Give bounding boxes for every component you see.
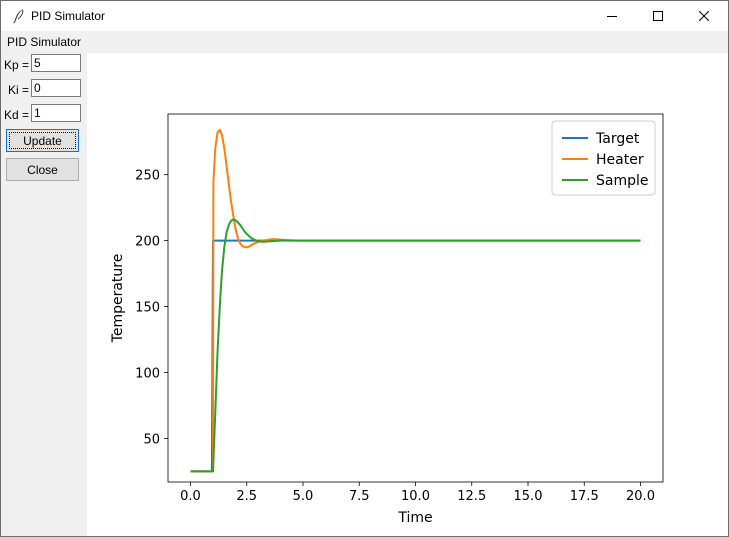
y-tick-label: 100	[135, 367, 160, 382]
minimize-button[interactable]	[589, 1, 635, 31]
app-label: PID Simulator	[7, 35, 82, 49]
y-tick-label: 50	[143, 432, 160, 447]
maximize-icon	[653, 11, 663, 21]
x-tick-label: 10.0	[401, 489, 430, 504]
kp-row: Kp =	[1, 54, 87, 76]
legend: Target Heater Sample	[551, 120, 656, 196]
maximize-button[interactable]	[635, 1, 681, 31]
kd-input[interactable]	[31, 104, 81, 122]
x-tick-label: 2.5	[236, 489, 257, 504]
y-tick-label: 200	[135, 235, 160, 250]
chart-svg: 0.0 2.5 5.0 7.5 10.0 12.5 15.0 17.5 20.0 50 100 15…	[110, 113, 664, 526]
title-bar: PID Simulator	[1, 1, 728, 31]
close-window-button[interactable]	[681, 1, 727, 31]
y-axis: 50 100 150 200 250	[135, 169, 168, 447]
control-panel: Kp = Ki = Kd = Update Close	[1, 53, 87, 536]
series-line-target	[190, 239, 641, 473]
close-button[interactable]: Close	[6, 158, 79, 181]
legend-label-sample: Sample	[596, 173, 649, 189]
plot-canvas: 0.0 2.5 5.0 7.5 10.0 12.5 15.0 17.5 20.0 50 100 15…	[87, 53, 728, 536]
x-axis: 0.0 2.5 5.0 7.5 10.0 12.5 15.0 17.5 20.0	[180, 482, 655, 504]
kp-label: Kp =	[4, 58, 30, 72]
x-tick-label: 0.0	[180, 489, 201, 504]
legend-label-target: Target	[595, 131, 640, 147]
update-button[interactable]: Update	[6, 129, 79, 152]
x-tick-label: 5.0	[293, 489, 314, 504]
minimize-icon	[607, 16, 617, 17]
x-tick-label: 15.0	[514, 489, 543, 504]
x-axis-label: Time	[397, 510, 432, 526]
focus-ring	[9, 132, 76, 149]
kd-row: Kd =	[1, 104, 87, 126]
feather-icon	[13, 9, 24, 24]
close-button-label: Close	[27, 162, 58, 177]
close-icon	[699, 11, 709, 21]
x-tick-label: 20.0	[626, 489, 655, 504]
y-axis-label: Temperature	[110, 254, 126, 344]
ki-input[interactable]	[31, 79, 81, 97]
window-title: PID Simulator	[31, 9, 106, 23]
x-tick-label: 17.5	[570, 489, 599, 504]
x-tick-label: 12.5	[457, 489, 486, 504]
ki-label: Ki =	[8, 83, 30, 97]
kd-label: Kd =	[4, 108, 30, 122]
kp-input[interactable]	[31, 54, 81, 72]
x-tick-label: 7.5	[349, 489, 370, 504]
y-tick-label: 250	[135, 169, 160, 184]
app-window: PID Simulator PID Simulator Kp = Ki = Kd…	[0, 0, 729, 537]
ki-row: Ki =	[1, 79, 87, 101]
legend-label-heater: Heater	[596, 152, 644, 168]
y-tick-label: 150	[135, 301, 160, 316]
series-line-sample	[190, 218, 641, 473]
